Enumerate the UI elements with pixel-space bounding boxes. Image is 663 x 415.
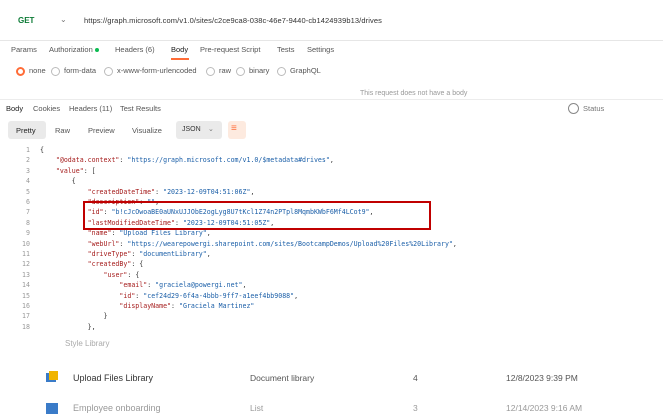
radio-none[interactable]: none xyxy=(16,66,46,76)
line-number: 17 xyxy=(22,312,30,321)
radio-icon xyxy=(236,66,245,76)
code-line: "displayName": "Graciela Martinez" xyxy=(119,302,255,310)
status-dot-icon xyxy=(94,48,99,53)
active-tab-indicator xyxy=(171,58,189,60)
tab-tests[interactable]: Tests xyxy=(277,45,295,54)
line-number: 15 xyxy=(22,291,30,300)
radio-icon xyxy=(277,66,286,76)
code-line: "createdDateTime": "2023-12-09T04:51:06Z… xyxy=(87,187,255,196)
radio-icon xyxy=(51,66,60,76)
code-line: "createdBy": { xyxy=(87,260,144,269)
tab-params[interactable]: Params xyxy=(11,45,37,54)
line-number: 18 xyxy=(22,322,30,331)
code-line: "email": "graciela@powergi.net", xyxy=(119,281,247,290)
radio-none-label: none xyxy=(29,66,46,75)
line-number: 16 xyxy=(22,302,30,310)
code-line: }, xyxy=(40,322,96,331)
radio-graphql[interactable]: GraphQL xyxy=(277,66,321,76)
list-item-name[interactable]: Employee onboarding xyxy=(73,403,161,413)
code-line: } xyxy=(40,312,108,321)
tab-settings[interactable]: Settings xyxy=(307,45,334,54)
radio-raw[interactable]: raw xyxy=(206,66,231,76)
view-tab-pretty[interactable]: Pretty xyxy=(16,126,36,135)
code-line: "value": [ xyxy=(55,166,96,175)
radio-graphql-label: GraphQL xyxy=(290,66,321,75)
code-line: "user": { xyxy=(103,270,140,279)
line-number: 2 xyxy=(26,156,30,165)
method-label: GET xyxy=(18,16,35,25)
line-number: 5 xyxy=(26,187,30,196)
line-number: 6 xyxy=(26,198,30,206)
list-item-modified: 12/14/2023 9:16 AM xyxy=(506,403,583,413)
line-number: 9 xyxy=(26,229,30,238)
wrap-lines-icon: ≡ xyxy=(231,123,237,134)
code-line: "id": "cef24d29-6f4a-4bbb-9ff7-a1eef4bb9… xyxy=(119,291,299,300)
line-number: 13 xyxy=(22,270,30,279)
code-line: "driveType": "documentLibrary", xyxy=(87,250,211,258)
radio-binary-label: binary xyxy=(249,66,270,75)
list-item-count: 3 xyxy=(413,403,418,413)
list-item-name[interactable]: Upload Files Library xyxy=(73,373,153,383)
radio-form-data[interactable]: form-data xyxy=(51,66,96,76)
radio-selected-icon xyxy=(16,66,25,76)
code-line: { xyxy=(40,146,44,154)
tab-authorization-label: Authorization xyxy=(49,45,93,54)
view-tab-visualize[interactable]: Visualize xyxy=(132,126,162,135)
line-number: 3 xyxy=(26,166,30,175)
response-tab-cookies[interactable]: Cookies xyxy=(33,104,60,113)
globe-icon[interactable] xyxy=(568,103,579,114)
view-tab-raw[interactable]: Raw xyxy=(55,126,70,135)
code-line: "name": "Upload Files Library", xyxy=(87,229,211,238)
line-number: 12 xyxy=(22,260,30,269)
code-line: { xyxy=(40,177,76,186)
response-tab-body[interactable]: Body xyxy=(6,104,23,113)
list-item-modified: 12/8/2023 9:39 PM xyxy=(506,373,578,383)
line-number: 10 xyxy=(22,239,30,248)
radio-icon xyxy=(104,66,113,76)
line-number: 14 xyxy=(22,281,30,290)
format-label: JSON xyxy=(182,126,201,133)
tab-pre-request-script[interactable]: Pre-request Script xyxy=(200,45,260,54)
radio-form-data-label: form-data xyxy=(64,66,97,75)
radio-urlencoded-label: x-www-form-urlencoded xyxy=(117,66,197,75)
line-number: 7 xyxy=(26,208,30,217)
no-body-message: This request does not have a body xyxy=(360,90,468,97)
response-tab-headers[interactable]: Headers (11) xyxy=(69,104,112,113)
line-number: 8 xyxy=(26,218,30,227)
list-item-type: List xyxy=(250,403,264,413)
tab-headers[interactable]: Headers (6) xyxy=(115,45,155,54)
method-select[interactable] xyxy=(8,11,68,33)
document-library-icon xyxy=(46,371,58,382)
radio-urlencoded[interactable]: x-www-form-urlencoded xyxy=(104,66,197,76)
code-line: "@odata.context": "https://graph.microso… xyxy=(55,156,334,165)
radio-binary[interactable]: binary xyxy=(236,66,269,76)
line-number: 11 xyxy=(22,250,30,258)
line-number: 4 xyxy=(26,177,30,186)
list-item-type: Document library xyxy=(250,373,315,383)
status-label: Status xyxy=(583,104,605,113)
tab-authorization[interactable]: Authorization xyxy=(49,45,99,54)
view-tab-preview[interactable]: Preview xyxy=(88,126,115,135)
list-item-count: 4 xyxy=(413,373,418,383)
url-input[interactable]: https://graph.microsoft.com/v1.0/sites/c… xyxy=(84,16,382,25)
radio-raw-label: raw xyxy=(219,66,232,75)
chevron-down-icon[interactable]: ⌄ xyxy=(60,15,67,24)
radio-icon xyxy=(206,66,215,76)
chevron-down-icon: ⌄ xyxy=(208,126,214,133)
code-line: "webUrl": "https://wearepowergi.sharepoi… xyxy=(87,239,457,248)
response-tab-test-results[interactable]: Test Results xyxy=(120,104,161,113)
tab-body[interactable]: Body xyxy=(171,45,188,54)
list-item-partial: Style Library xyxy=(65,339,110,348)
line-number: 1 xyxy=(26,146,30,154)
annotation-highlight-box xyxy=(83,201,431,230)
